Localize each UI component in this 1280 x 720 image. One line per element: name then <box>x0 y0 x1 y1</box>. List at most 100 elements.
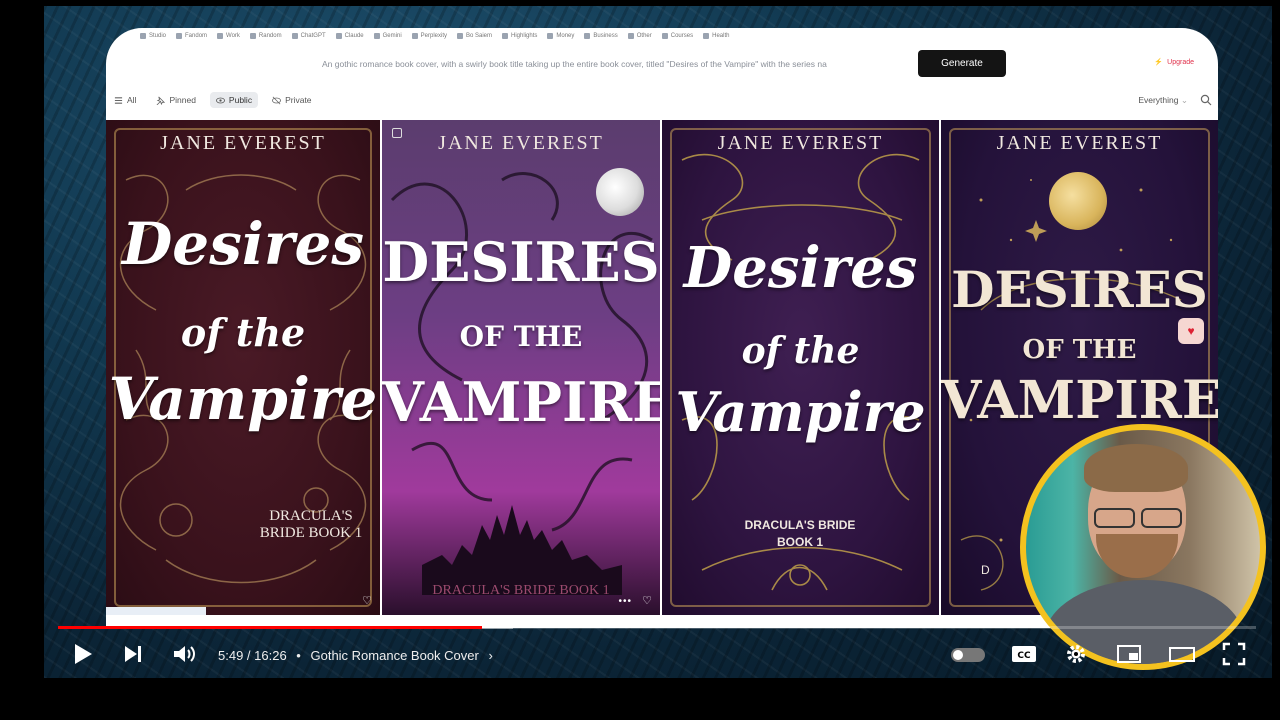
player-controls: 5:49 / 16:26 • Gothic Romance Book Cover… <box>58 638 1256 674</box>
bookmark-item[interactable]: ChatGPT <box>291 33 326 39</box>
bookmark-item[interactable]: Perplexity <box>411 33 447 39</box>
cover-title-line2: OF THE <box>1022 335 1137 365</box>
filter-public-label: Public <box>228 95 253 105</box>
bookmark-favicon-icon <box>291 33 298 39</box>
bookmark-favicon-icon <box>140 33 146 39</box>
theater-icon <box>1169 647 1195 662</box>
bookmark-label: Fandom <box>185 33 208 39</box>
bookmark-label: Work <box>226 33 240 39</box>
cover-author: JANE EVEREST <box>160 132 326 154</box>
bookmark-item[interactable]: Bo Saiem <box>457 33 492 39</box>
filter-private-label: Private <box>285 95 312 105</box>
bookmark-item[interactable]: Business <box>584 33 618 39</box>
fullscreen-button[interactable] <box>1222 642 1246 666</box>
time-text: 5:49 / 16:26 <box>218 648 287 663</box>
person-hair <box>1084 444 1188 492</box>
bookmark-favicon-icon <box>373 33 380 39</box>
bookmark-item[interactable]: Fandom <box>176 33 207 39</box>
moon-illustration <box>596 168 644 216</box>
time-display: 5:49 / 16:26 • Gothic Romance Book Cover… <box>218 648 493 663</box>
bookmark-item[interactable]: Highlights <box>502 33 537 39</box>
bookmark-item[interactable]: Health <box>703 33 729 39</box>
filter-bar: All Pinned Public Private <box>108 92 318 108</box>
upgrade-label: Upgrade <box>1167 58 1194 66</box>
bookmark-item[interactable]: Work <box>217 33 240 39</box>
bookmark-favicon-icon <box>502 33 509 39</box>
heart-icon[interactable]: ♡ <box>642 594 652 607</box>
svg-text:CC: CC <box>1017 651 1031 661</box>
bookmark-item[interactable]: Money <box>547 33 574 39</box>
person-beard <box>1096 534 1178 578</box>
bookmark-item[interactable]: Courses <box>661 33 694 39</box>
settings-button[interactable] <box>1064 642 1088 666</box>
bolt-icon: ⚡ <box>1154 59 1164 66</box>
cover-title-line2: OF THE <box>459 320 583 353</box>
heart-icon[interactable]: ♡ <box>362 594 372 607</box>
next-button[interactable] <box>122 642 144 666</box>
prompt-input[interactable]: An gothic romance book cover, with a swi… <box>322 52 916 76</box>
filter-all[interactable]: All <box>108 92 142 108</box>
miniplayer-button[interactable] <box>1116 642 1142 666</box>
bookmark-label: Other <box>636 33 652 39</box>
video-player[interactable]: Studio Fandom Work Random ChatGPT Claude Gemin… <box>44 6 1272 678</box>
chapter-title[interactable]: Gothic Romance Book Cover <box>310 648 478 663</box>
book-cover-1[interactable]: JANE EVEREST Desires of the Vampire DRAC… <box>106 120 380 615</box>
cover-author: JANE EVEREST <box>438 132 604 154</box>
mute-button[interactable] <box>172 642 198 666</box>
cover-title-line2: of the <box>741 330 860 372</box>
more-options-icon[interactable]: ••• <box>618 596 632 607</box>
cover-title-line1: Desires <box>122 210 364 278</box>
theater-mode-button[interactable] <box>1168 642 1196 666</box>
bookmark-item[interactable]: Claude <box>335 33 364 39</box>
bookmark-label: Highlights <box>511 33 538 39</box>
bookmark-favicon-icon <box>457 33 463 39</box>
bookmark-item[interactable]: Studio <box>140 33 166 39</box>
bookmark-favicon-icon <box>335 33 342 39</box>
cover-title-line1: DESIRES <box>382 230 660 294</box>
bookmark-item[interactable]: Random <box>249 33 282 39</box>
filter-pinned[interactable]: Pinned <box>150 92 201 108</box>
bookmark-item[interactable]: Gemini <box>373 33 402 39</box>
everything-dropdown[interactable]: Everything ⌄ <box>1138 95 1188 106</box>
bookmark-item[interactable]: Other <box>627 33 652 39</box>
cover-series: DRACULA'S BRIDE BOOK 1 <box>259 508 363 541</box>
book-cover-3[interactable]: JANE EVEREST Desires of the Vampire DRAC… <box>662 120 939 615</box>
eye-icon <box>215 97 225 103</box>
bookmark-label: Business <box>593 33 618 39</box>
filter-private[interactable]: Private <box>266 92 317 108</box>
bookmark-label: Studio <box>149 33 167 39</box>
chevron-down-icon: ⌄ <box>1180 95 1188 105</box>
bookmark-label: Money <box>556 33 575 39</box>
cover-title-line1: DESIRES <box>951 260 1208 319</box>
play-button[interactable] <box>72 642 94 666</box>
video-frame: Studio Fandom Work Random ChatGPT Claude Gemin… <box>0 0 1280 720</box>
subtitles-button[interactable]: CC <box>1011 642 1037 666</box>
bookmark-label: Bo Saiem <box>466 33 493 39</box>
castle-silhouette <box>422 505 622 595</box>
bookmark-favicon-icon <box>627 33 634 39</box>
upgrade-link[interactable]: ⚡ Upgrade <box>1154 58 1194 67</box>
miniplayer-icon <box>1117 645 1141 663</box>
cover-series: DRACULA'S BRIDE BOOK 1 <box>744 518 856 549</box>
progress-bar[interactable] <box>58 626 1256 629</box>
bookmark-favicon-icon <box>547 33 554 39</box>
moon-illustration <box>1049 172 1107 230</box>
bookmark-icon[interactable]: ♥ <box>1178 318 1204 344</box>
eye-off-icon <box>272 96 282 104</box>
bookmark-label: Random <box>258 33 282 39</box>
bookmark-favicon-icon <box>176 33 183 39</box>
search-icon[interactable] <box>1200 94 1212 106</box>
cover-author: JANE EVEREST <box>717 132 884 154</box>
bookmark-label: Courses <box>670 33 694 39</box>
autoplay-toggle[interactable] <box>951 648 985 662</box>
generate-button[interactable]: Generate <box>918 50 1006 77</box>
filter-public[interactable]: Public <box>209 92 259 108</box>
status-url-tooltip <box>106 607 206 615</box>
filter-all-label: All <box>127 95 137 105</box>
chevron-right-icon[interactable]: › <box>488 648 492 663</box>
volume-icon <box>174 646 195 662</box>
book-cover-2[interactable]: JANE EVEREST DESIRES OF THE VAMPIRE DRAC… <box>382 120 660 615</box>
bookmark-label: Health <box>712 33 730 39</box>
bookmark-label: ChatGPT <box>300 33 326 39</box>
bookmark-favicon-icon <box>703 33 710 39</box>
